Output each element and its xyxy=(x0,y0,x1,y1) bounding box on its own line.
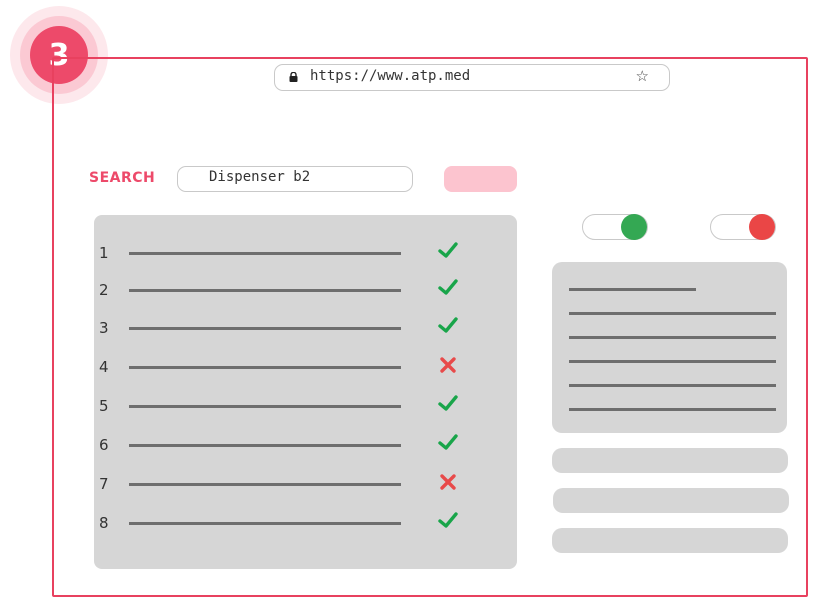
row-text-placeholder xyxy=(129,483,401,486)
row-text-placeholder xyxy=(129,405,401,408)
toggle-green[interactable] xyxy=(582,214,648,240)
address-bar[interactable]: https://www.atp.med ☆ xyxy=(274,64,670,91)
url-text: https://www.atp.med xyxy=(310,68,471,84)
toggle-red[interactable] xyxy=(710,214,776,240)
lock-icon xyxy=(289,72,298,82)
placeholder-bar[interactable] xyxy=(553,488,789,513)
star-icon[interactable]: ☆ xyxy=(636,67,649,86)
check-icon xyxy=(438,317,458,333)
detail-line xyxy=(569,360,776,363)
toggle-knob xyxy=(621,214,647,240)
check-icon xyxy=(438,512,458,528)
row-number: 5 xyxy=(99,397,109,415)
check-icon xyxy=(438,434,458,450)
row-text-placeholder xyxy=(129,252,401,255)
search-label: SEARCH xyxy=(89,170,156,186)
check-icon xyxy=(438,279,458,295)
detail-line xyxy=(569,288,696,291)
check-icon xyxy=(438,242,458,258)
detail-line xyxy=(569,312,776,315)
row-number: 4 xyxy=(99,358,109,376)
detail-line xyxy=(569,408,776,411)
placeholder-bar[interactable] xyxy=(552,448,788,473)
toggle-knob xyxy=(749,214,775,240)
row-text-placeholder xyxy=(129,327,401,330)
row-number: 2 xyxy=(99,281,109,299)
row-text-placeholder xyxy=(129,444,401,447)
detail-line xyxy=(569,384,776,387)
row-number: 8 xyxy=(99,514,109,532)
row-text-placeholder xyxy=(129,366,401,369)
row-text-placeholder xyxy=(129,522,401,525)
search-button[interactable] xyxy=(444,166,517,192)
row-number: 6 xyxy=(99,436,109,454)
row-number: 3 xyxy=(99,319,109,337)
row-number: 7 xyxy=(99,475,109,493)
search-value: Dispenser b2 xyxy=(209,169,311,185)
row-number: 1 xyxy=(99,244,109,262)
cross-icon xyxy=(440,474,456,490)
row-text-placeholder xyxy=(129,289,401,292)
cross-icon xyxy=(440,357,456,373)
search-input[interactable]: Dispenser b2 xyxy=(177,166,413,192)
detail-line xyxy=(569,336,776,339)
check-icon xyxy=(438,395,458,411)
placeholder-bar[interactable] xyxy=(552,528,788,553)
